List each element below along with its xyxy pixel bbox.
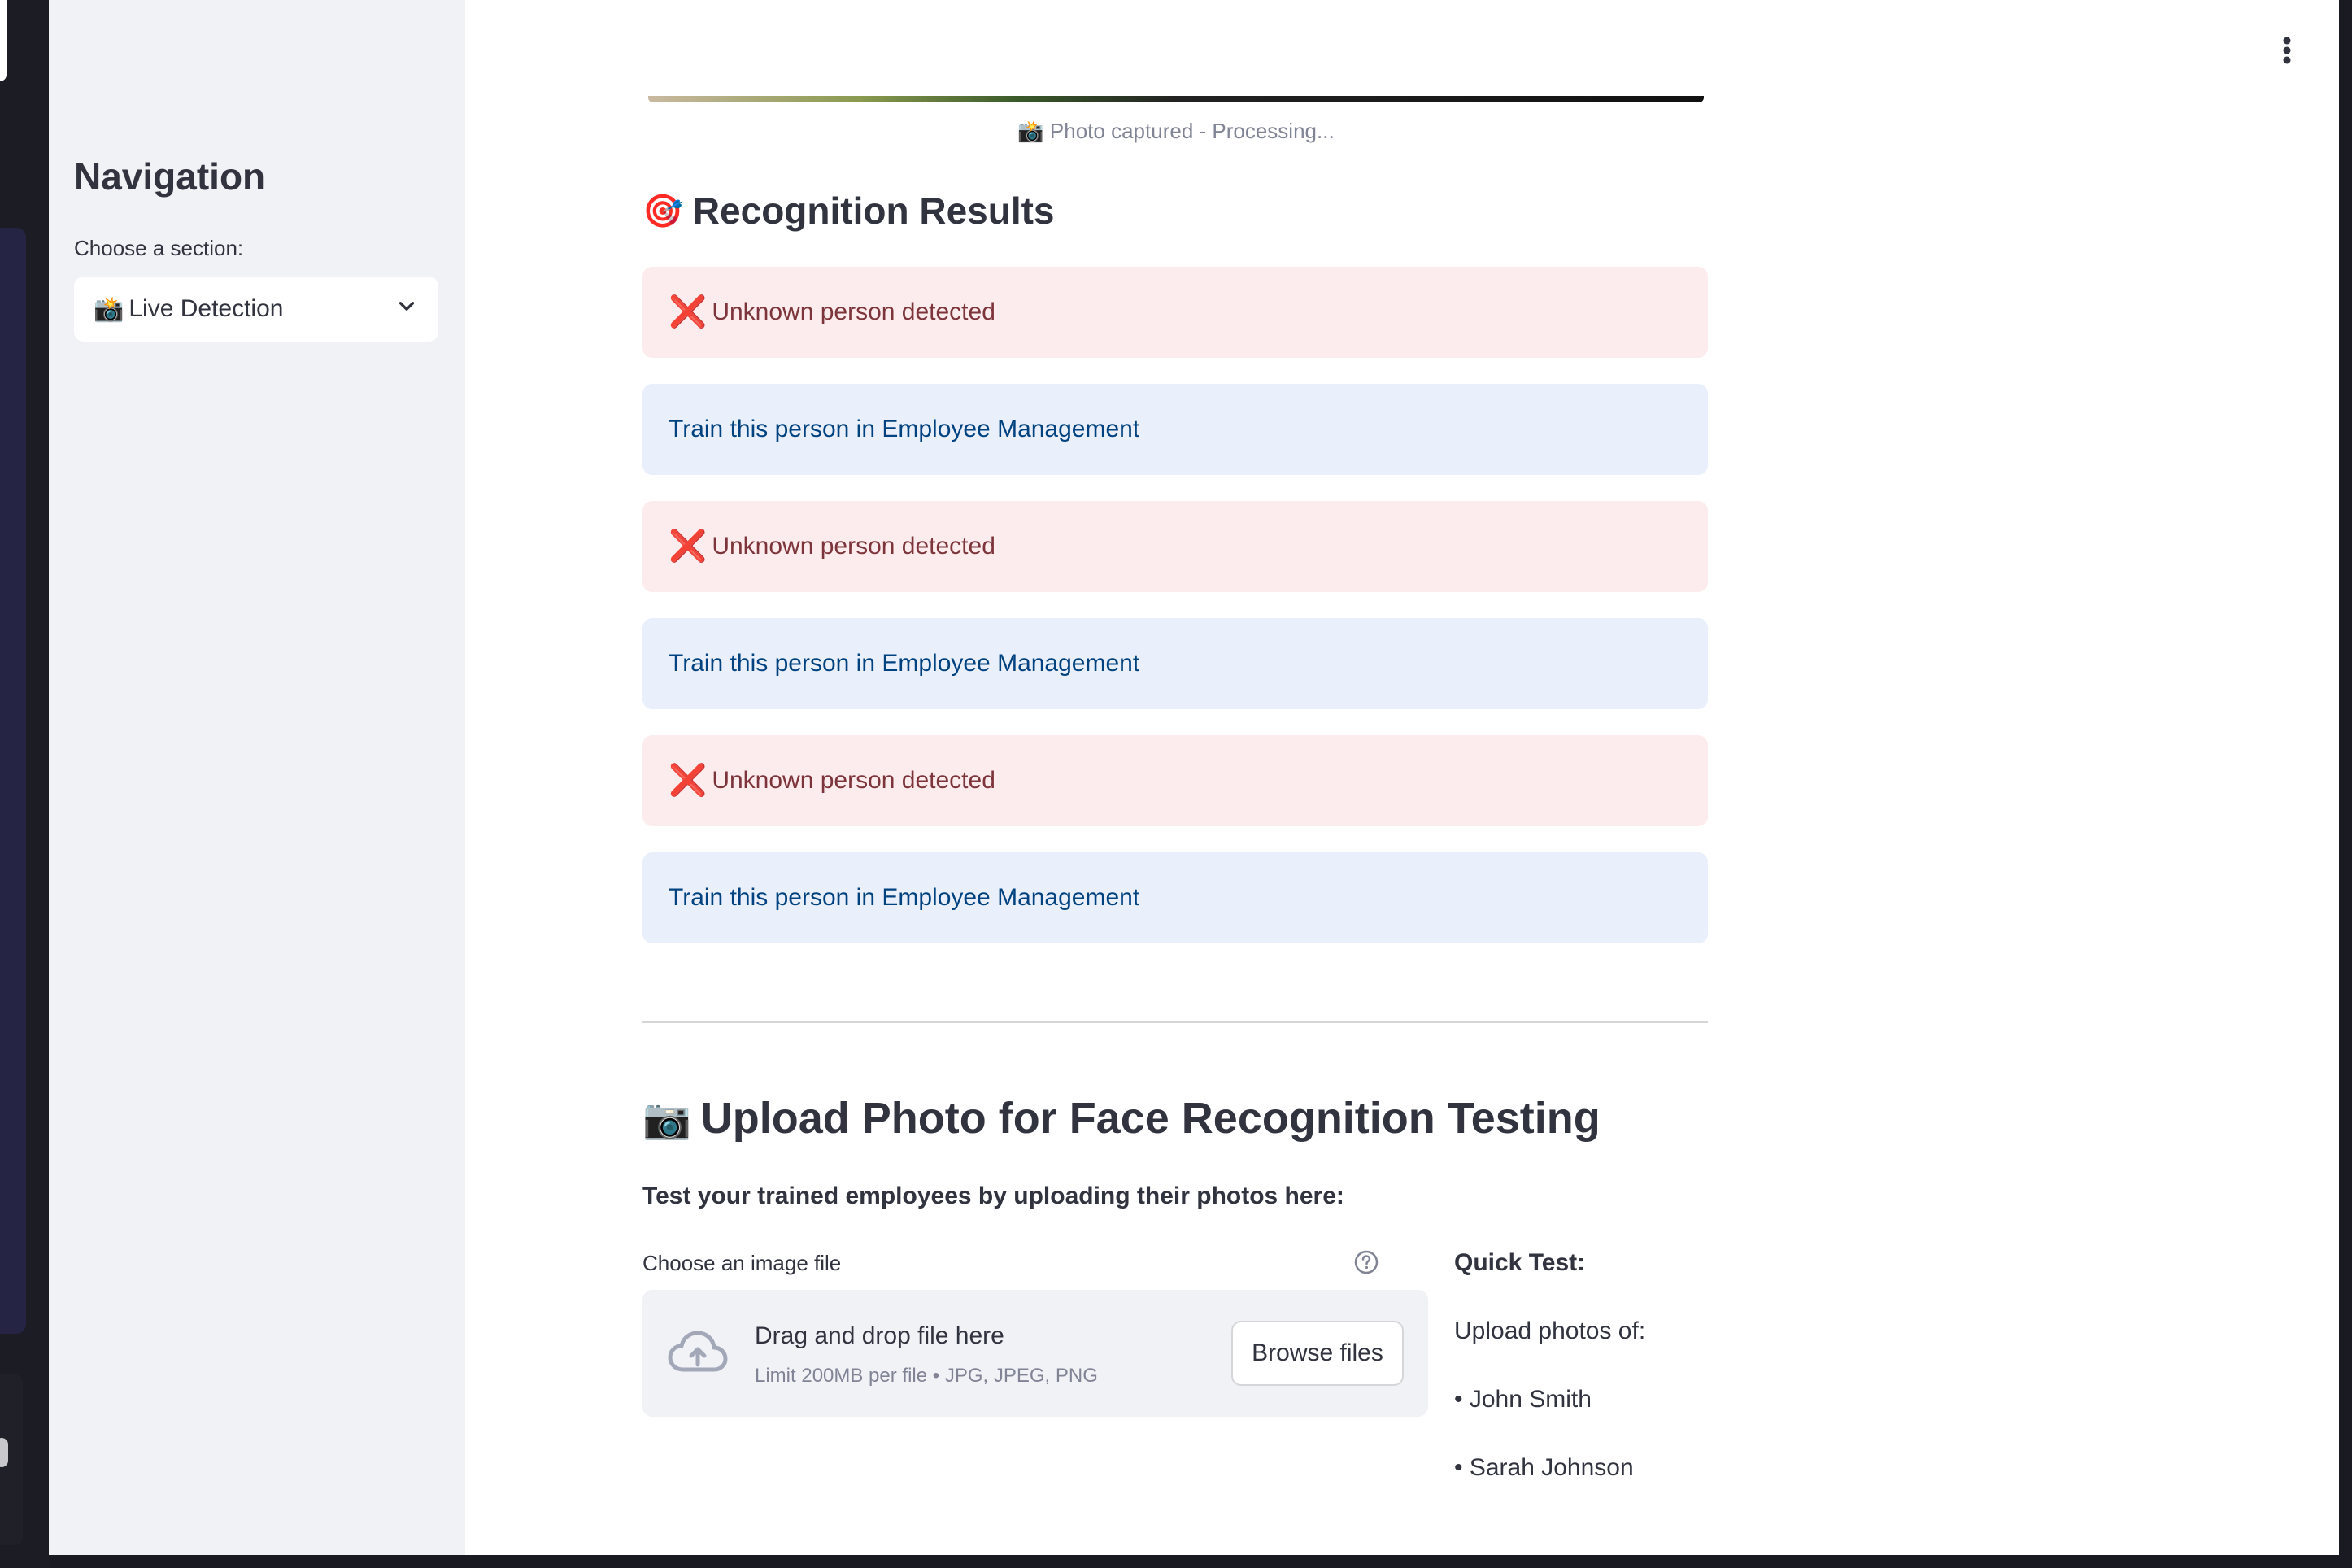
camera-flash-icon: 📸 — [94, 295, 124, 323]
captured-photo — [648, 96, 1704, 102]
results-title: Recognition Results — [692, 189, 1055, 232]
host-strip-segment — [0, 0, 7, 81]
upload-heading: 📷 Upload Photo for Face Recognition Test… — [642, 1093, 1601, 1143]
file-dropzone[interactable]: Drag and drop file here Limit 200MB per … — [642, 1290, 1428, 1417]
quick-test-intro: Upload photos of: — [1454, 1318, 1646, 1344]
alert-text: Unknown person detected — [712, 298, 995, 325]
file-uploader-label: Choose an image file — [642, 1251, 842, 1275]
cross-icon: ❌ — [669, 295, 708, 329]
more-vertical-icon[interactable] — [2280, 36, 2293, 65]
quick-test-title: Quick Test: — [1454, 1249, 1586, 1276]
app-window: Navigation Choose a section: 📸 Live Dete… — [49, 0, 2339, 1555]
info-alert: Train this person in Employee Management — [642, 384, 1708, 475]
info-alert: Train this person in Employee Management — [642, 618, 1708, 709]
cloud-upload-icon — [668, 1331, 728, 1372]
alert-text: Unknown person detected — [712, 533, 995, 560]
host-strip-toggle[interactable] — [0, 1438, 8, 1467]
alert-text: Train this person in Employee Management — [669, 884, 1140, 911]
info-alert: Train this person in Employee Management — [642, 852, 1708, 943]
section-select-label: Choose a section: — [74, 236, 244, 260]
cross-icon: ❌ — [669, 764, 708, 798]
host-app-strip — [0, 0, 49, 1568]
section-select-value: Live Detection — [128, 295, 284, 322]
browse-files-button[interactable]: Browse files — [1231, 1321, 1404, 1386]
error-alert: ❌ Unknown person detected — [642, 735, 1708, 826]
section-select[interactable]: 📸 Live Detection — [74, 277, 438, 342]
error-alert: ❌ Unknown person detected — [642, 267, 1708, 358]
alert-text: Train this person in Employee Management — [669, 416, 1140, 442]
help-icon[interactable] — [1353, 1249, 1379, 1275]
quick-test-name: • Sarah Johnson — [1454, 1454, 1634, 1481]
sidebar-title: Navigation — [74, 155, 266, 198]
main-content: 📸 Photo captured - Processing... 🎯 Recog… — [465, 0, 2339, 1555]
chevron-down-icon — [399, 302, 415, 311]
divider — [642, 1021, 1708, 1023]
sidebar: Navigation Choose a section: 📸 Live Dete… — [49, 0, 465, 1555]
target-icon: 🎯 — [642, 193, 683, 229]
error-alert: ❌ Unknown person detected — [642, 501, 1708, 592]
upload-title: Upload Photo for Face Recognition Testin… — [700, 1094, 1601, 1143]
alert-text: Train this person in Employee Management — [669, 650, 1140, 677]
host-strip-panel — [0, 228, 26, 1334]
alert-text: Unknown person detected — [712, 767, 995, 794]
dropzone-limit: Limit 200MB per file • JPG, JPEG, PNG — [755, 1365, 1098, 1387]
upload-subtitle: Test your trained employees by uploading… — [642, 1183, 1344, 1209]
photo-caption: 📸 Photo captured - Processing... — [1017, 119, 1335, 143]
results-heading: 🎯 Recognition Results — [642, 189, 1055, 233]
dropzone-instructions: Drag and drop file here — [755, 1322, 1004, 1349]
quick-test-name: • John Smith — [1454, 1386, 1592, 1413]
camera-icon: 📷 — [642, 1097, 691, 1141]
cross-icon: ❌ — [669, 529, 708, 564]
